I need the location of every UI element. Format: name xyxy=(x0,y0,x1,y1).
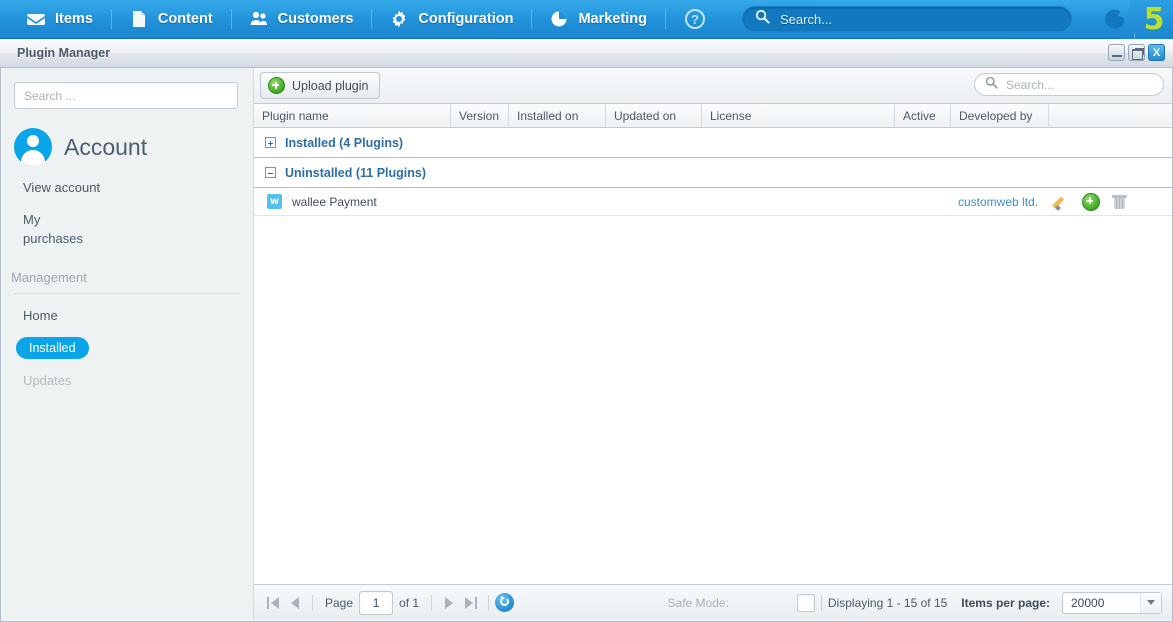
plugin-manager-window: Plugin Manager X Account View ac xyxy=(0,39,1173,622)
grid-toolbar: Upload plugin xyxy=(254,68,1172,104)
column-header-active[interactable]: Active xyxy=(895,104,951,127)
expand-icon[interactable] xyxy=(265,137,276,148)
sidebar-item-view-account[interactable]: View account xyxy=(1,180,253,196)
refresh-icon[interactable] xyxy=(495,593,515,612)
sidebar-item-home[interactable]: Home xyxy=(1,308,253,324)
plus-icon xyxy=(268,77,285,94)
main-panel: Upload plugin Plugin name Version Instal… xyxy=(254,68,1172,620)
safe-mode-label: Safe Mode: xyxy=(667,595,729,610)
avatar xyxy=(14,128,52,166)
nav-item-items-label: Items xyxy=(55,11,93,27)
items-per-page-select[interactable]: 20000 xyxy=(1062,591,1162,614)
minimize-icon xyxy=(1112,55,1122,57)
search-icon xyxy=(755,9,770,29)
first-page-button[interactable] xyxy=(262,592,284,614)
page-count-label: of 1 xyxy=(399,595,420,610)
nav-item-content-label: Content xyxy=(157,11,213,27)
sidebar-search[interactable] xyxy=(14,82,238,109)
last-page-button[interactable] xyxy=(460,592,482,614)
group-row-installed-label: Installed (4 Plugins) xyxy=(285,135,404,150)
items-per-page-value: 20000 xyxy=(1071,595,1105,610)
window-titlebar: Plugin Manager X xyxy=(0,39,1173,68)
column-header-installed-on[interactable]: Installed on xyxy=(509,104,606,127)
window-title: Plugin Manager xyxy=(17,46,111,60)
help-icon: ? xyxy=(684,9,705,29)
pagination-bar: Page of 1 Safe Mode: Displaying 1 - 15 o… xyxy=(254,584,1172,620)
column-header-license[interactable]: License xyxy=(702,104,895,127)
gear-icon xyxy=(389,9,409,29)
wallee-icon: w xyxy=(267,194,282,209)
group-row-installed[interactable]: Installed (4 Plugins) xyxy=(254,128,1172,158)
grid-search-input[interactable] xyxy=(1004,76,1148,93)
group-row-uninstalled[interactable]: Uninstalled (11 Plugins) xyxy=(254,158,1172,188)
grid-header: Plugin name Version Installed on Updated… xyxy=(254,104,1172,128)
column-header-version[interactable]: Version xyxy=(451,104,509,127)
developed-by-cell[interactable]: customweb ltd. xyxy=(958,195,1038,209)
column-header-developed-by[interactable]: Developed by xyxy=(951,104,1049,127)
window-buttons: X xyxy=(1108,44,1165,61)
nav-item-items[interactable]: Items xyxy=(8,0,111,38)
users-icon xyxy=(249,9,269,29)
nav-item-marketing-label: Marketing xyxy=(578,11,647,27)
nav-item-customers[interactable]: Customers xyxy=(230,0,372,38)
nav-item-configuration-label: Configuration xyxy=(418,11,514,27)
inbox-icon xyxy=(26,9,46,29)
shopware-version-label: 5 xyxy=(1134,0,1173,39)
global-search-input[interactable] xyxy=(778,10,1052,28)
chevron-down-icon[interactable] xyxy=(1140,592,1161,613)
search-icon xyxy=(985,76,998,94)
page-label: Page xyxy=(325,595,354,610)
edit-icon[interactable] xyxy=(1054,194,1070,210)
sidebar-section-management: Management xyxy=(11,270,87,285)
prev-page-button[interactable] xyxy=(284,592,306,614)
upload-plugin-button[interactable]: Upload plugin xyxy=(260,72,381,99)
page-number-input[interactable] xyxy=(359,590,394,615)
sidebar-item-my-purchases[interactable]: My purchases xyxy=(1,210,93,248)
sidebar-item-installed[interactable]: Installed xyxy=(16,337,89,359)
upload-plugin-label: Upload plugin xyxy=(292,78,369,93)
account-title: Account xyxy=(64,133,148,160)
help-button[interactable]: ? xyxy=(664,0,721,38)
plugin-name-cell: wallee Payment xyxy=(292,194,377,209)
grid-search[interactable] xyxy=(974,73,1164,96)
window-body: Account View account My purchases Manage… xyxy=(0,68,1173,622)
group-row-uninstalled-label: Uninstalled (11 Plugins) xyxy=(285,165,426,180)
delete-icon[interactable] xyxy=(1112,194,1127,209)
document-icon xyxy=(129,9,149,29)
nav-item-customers-label: Customers xyxy=(277,11,354,27)
sidebar-divider xyxy=(14,293,240,294)
sidebar: Account View account My purchases Manage… xyxy=(1,68,254,620)
nav-item-marketing[interactable]: Marketing xyxy=(531,0,665,38)
row-actions xyxy=(1054,192,1127,211)
displaying-label: Displaying 1 - 15 of 15 xyxy=(827,595,948,610)
install-icon[interactable] xyxy=(1082,192,1100,211)
global-search[interactable] xyxy=(742,6,1072,32)
sidebar-search-input[interactable] xyxy=(15,88,237,103)
top-navigation-bar: Items Content Customers Configuration Ma… xyxy=(0,0,1173,39)
shopware-logo: 5 xyxy=(1093,0,1173,39)
close-button[interactable]: X xyxy=(1148,44,1165,61)
table-row[interactable]: w wallee Payment customweb ltd. xyxy=(254,188,1172,216)
pie-chart-icon xyxy=(549,9,569,29)
safe-mode-checkbox[interactable] xyxy=(796,593,815,612)
restore-button[interactable] xyxy=(1128,44,1145,61)
nav-item-configuration[interactable]: Configuration xyxy=(371,0,531,38)
collapse-icon[interactable] xyxy=(265,167,276,178)
plugin-manager-screen: Items Content Customers Configuration Ma… xyxy=(0,0,1173,622)
column-header-plugin-name[interactable]: Plugin name xyxy=(254,104,451,127)
items-per-page-label: Items per page: xyxy=(961,595,1050,610)
nav-item-content[interactable]: Content xyxy=(110,0,231,38)
next-page-button[interactable] xyxy=(438,592,460,614)
column-header-updated-on[interactable]: Updated on xyxy=(606,104,702,127)
account-header: Account xyxy=(14,128,253,166)
restore-icon xyxy=(1132,48,1144,60)
column-header-actions[interactable] xyxy=(1049,104,1172,127)
sidebar-item-updates[interactable]: Updates xyxy=(1,373,253,389)
minimize-button[interactable] xyxy=(1108,44,1125,61)
